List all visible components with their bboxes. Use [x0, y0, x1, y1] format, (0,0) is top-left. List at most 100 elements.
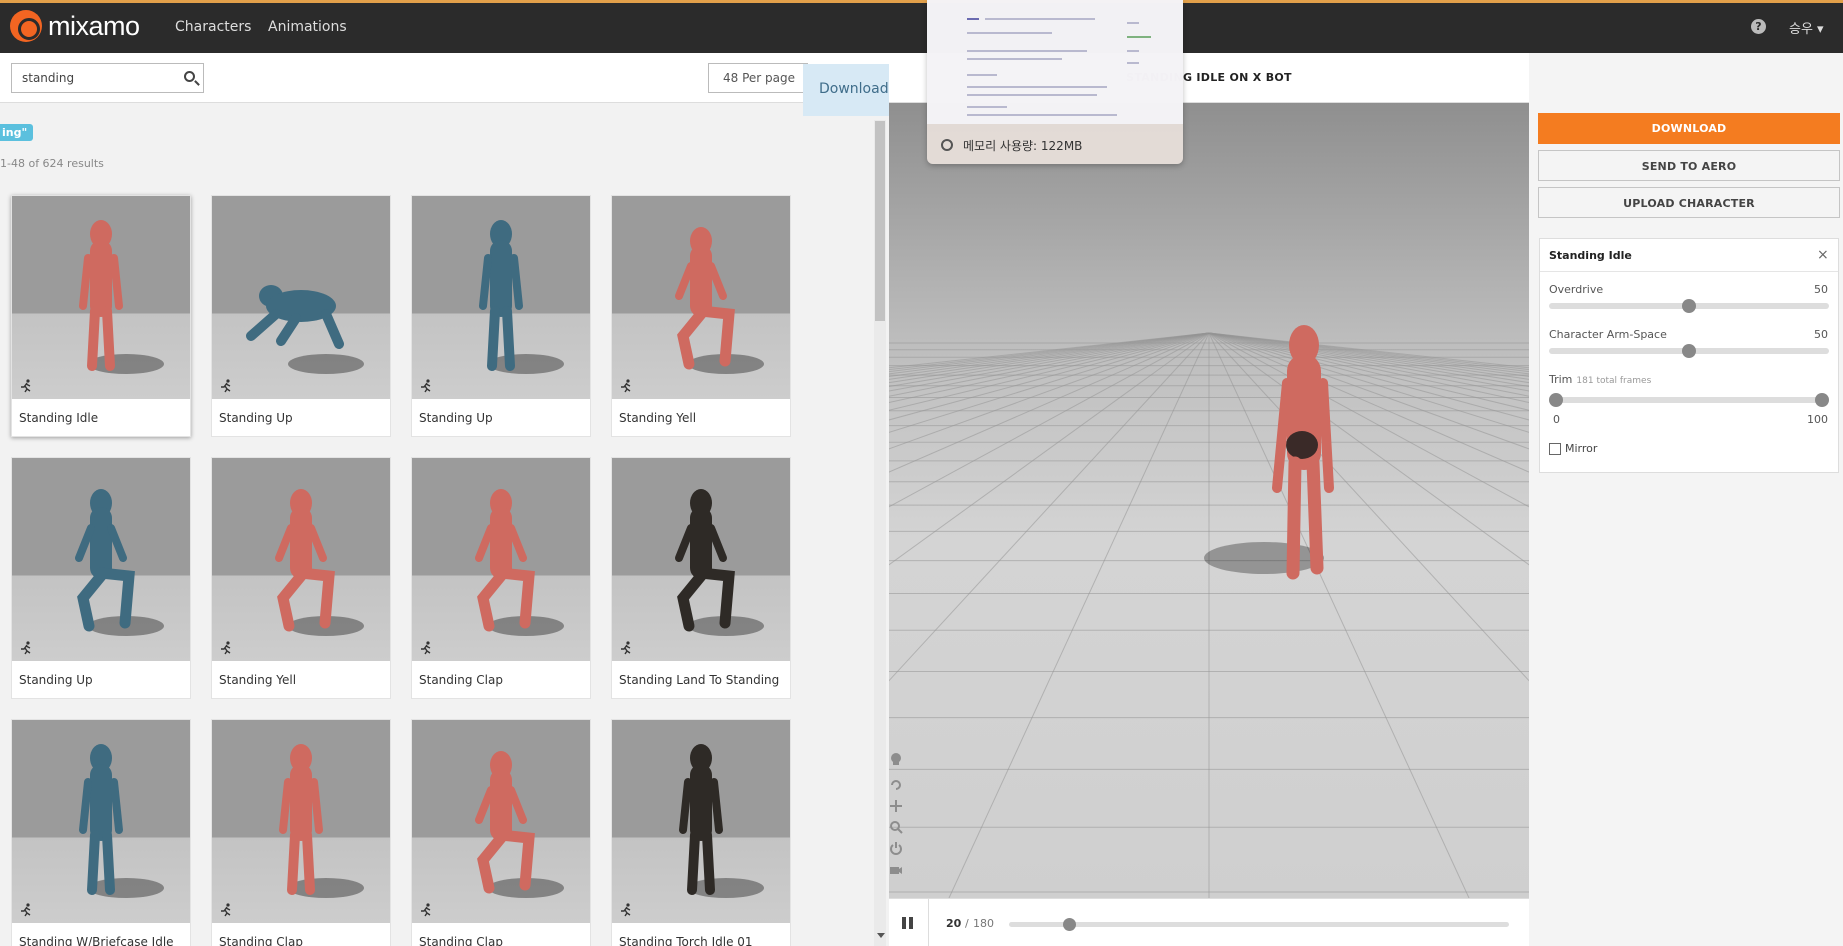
viewport-character: [1204, 325, 1334, 580]
move-icon[interactable]: [889, 799, 903, 813]
animation-card[interactable]: Standing W/Briefcase Idle: [11, 719, 191, 946]
animation-thumbnail: [412, 196, 590, 399]
animation-thumbnail: [12, 720, 190, 923]
trim-label: Trim: [1549, 373, 1573, 386]
animation-card[interactable]: Standing Land To Standing: [611, 457, 791, 699]
nav-animations[interactable]: Animations: [268, 19, 347, 35]
current-frame: 20: [946, 917, 962, 930]
running-man-icon: [221, 903, 231, 917]
animation-card[interactable]: Standing Clap: [411, 457, 591, 699]
logo-text: mixamo: [48, 10, 140, 41]
animation-card-label: Standing Yell: [219, 673, 297, 687]
animation-card-label: Standing Torch Idle 01: [619, 935, 753, 946]
help-icon[interactable]: ?: [1751, 19, 1766, 34]
top-accent-stripe: [0, 0, 1843, 3]
animation-card[interactable]: Standing Clap: [211, 719, 391, 946]
memory-usage-popup: 메모리 사용량: 122MB: [927, 0, 1183, 164]
animation-card[interactable]: Standing Idle: [11, 195, 191, 437]
animation-card-label: Standing Clap: [219, 935, 303, 946]
timeline-bar: 20 / 180: [889, 898, 1529, 946]
send-to-aero-button[interactable]: SEND TO AERO: [1538, 150, 1840, 181]
running-man-icon: [421, 379, 431, 393]
animation-card[interactable]: Standing Clap: [411, 719, 591, 946]
trim-label-group: Trim 181 total frames: [1549, 373, 1651, 386]
overdrive-value: 50: [1814, 283, 1828, 296]
total-frames: 180: [973, 917, 994, 930]
scroll-down-arrow[interactable]: [877, 933, 885, 938]
settings-close-icon[interactable]: ×: [1817, 247, 1829, 263]
user-menu[interactable]: 승우 ▾: [1789, 18, 1824, 37]
animation-browser: 48 Per page ing" 1-48 of 624 results Sta…: [0, 53, 889, 946]
running-man-icon: [621, 903, 631, 917]
running-man-icon: [221, 641, 231, 655]
animation-thumbnail: [612, 458, 790, 661]
animation-thumbnail: [612, 196, 790, 399]
nav-characters[interactable]: Characters: [175, 19, 251, 35]
timeline-track[interactable]: [1009, 918, 1509, 931]
trim-max-value: 100: [1807, 413, 1828, 426]
rotate-icon[interactable]: [889, 778, 903, 792]
search-input[interactable]: [12, 64, 177, 92]
animation-thumbnail: [212, 196, 390, 399]
overdrive-slider[interactable]: [1549, 299, 1829, 313]
running-man-icon: [421, 641, 431, 655]
action-panel: DOWNLOAD SEND TO AERO UPLOAD CHARACTER S…: [1529, 103, 1843, 946]
mirror-label: Mirror: [1565, 442, 1598, 455]
animation-card-label: Standing Land To Standing: [619, 673, 780, 687]
overdrive-slider-knob[interactable]: [1682, 299, 1696, 313]
mixamo-logo[interactable]: mixamo: [10, 10, 140, 42]
running-man-icon: [21, 379, 31, 393]
filter-chip[interactable]: ing": [0, 124, 34, 141]
pause-icon[interactable]: [902, 917, 914, 929]
timeline-divider: [928, 899, 929, 946]
3d-viewport[interactable]: [889, 103, 1529, 898]
power-icon[interactable]: [889, 841, 903, 855]
search-icon[interactable]: [184, 71, 195, 82]
results-count: 1-48 of 624 results: [0, 157, 104, 170]
animation-thumbnail: [412, 458, 590, 661]
top-bar: mixamo Characters Animations ? 승우 ▾: [0, 0, 1843, 53]
animation-card-label: Standing W/Briefcase Idle: [19, 935, 174, 946]
memory-page-preview: [927, 0, 1183, 124]
download-button[interactable]: DOWNLOAD: [1538, 113, 1840, 144]
upload-character-button[interactable]: UPLOAD CHARACTER: [1538, 187, 1840, 218]
animation-thumbnail: [212, 720, 390, 923]
running-man-icon: [621, 379, 631, 393]
gauge-icon: [941, 139, 953, 151]
animation-card[interactable]: Standing Up: [411, 195, 591, 437]
overdrive-label: Overdrive: [1549, 283, 1604, 296]
animation-card-label: Standing Up: [219, 411, 293, 425]
animation-thumbnail: [212, 458, 390, 661]
arm-space-value: 50: [1814, 328, 1828, 341]
arm-space-slider[interactable]: [1549, 344, 1829, 358]
timeline-scrubber[interactable]: [1063, 918, 1077, 931]
animation-card[interactable]: Standing Up: [211, 195, 391, 437]
camera-icon[interactable]: [889, 863, 903, 877]
mirror-checkbox[interactable]: [1549, 443, 1561, 455]
zoom-icon[interactable]: [889, 820, 903, 834]
animation-card[interactable]: Standing Yell: [611, 195, 791, 437]
animation-thumbnail: [12, 458, 190, 661]
settings-title: Standing Idle: [1549, 249, 1632, 262]
running-man-icon: [221, 379, 231, 393]
running-man-icon: [621, 641, 631, 655]
animation-card[interactable]: Standing Yell: [211, 457, 391, 699]
animation-card-label: Standing Idle: [19, 411, 99, 425]
skull-icon[interactable]: [889, 752, 903, 766]
animation-card[interactable]: Standing Torch Idle 01: [611, 719, 791, 946]
trim-frames-note: 181 total frames: [1576, 376, 1652, 386]
trim-slider[interactable]: [1549, 393, 1829, 407]
animation-card[interactable]: Standing Up: [11, 457, 191, 699]
arm-space-slider-knob[interactable]: [1682, 344, 1696, 358]
animation-card-label: Standing Clap: [419, 673, 503, 687]
animation-thumbnail: [412, 720, 590, 923]
trim-start-knob[interactable]: [1549, 393, 1563, 407]
per-page-select[interactable]: 48 Per page: [708, 63, 808, 93]
frame-separator: /: [965, 917, 969, 930]
arm-space-label: Character Arm-Space: [1549, 328, 1667, 341]
search-bar: 48 Per page: [0, 53, 889, 103]
trim-end-knob[interactable]: [1815, 393, 1829, 407]
scrollbar-thumb[interactable]: [875, 121, 885, 321]
running-man-icon: [421, 903, 431, 917]
settings-divider: [1540, 271, 1838, 272]
